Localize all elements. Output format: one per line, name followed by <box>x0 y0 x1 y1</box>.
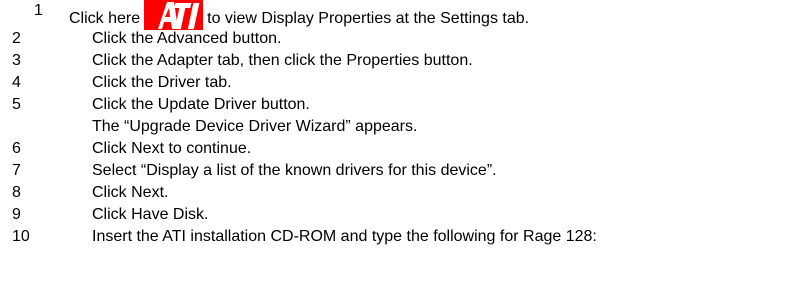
step-row-4: 4 Click the Driver tab. <box>0 72 810 94</box>
step-row-5: 5 Click the Update Driver button. <box>0 94 810 116</box>
step-number: 9 <box>12 206 21 223</box>
step-row-6: 6 Click Next to continue. <box>0 138 810 160</box>
step-row-1: 1 Click here to view Display Properties … <box>0 0 810 30</box>
step-number: 4 <box>12 74 21 91</box>
ati-logo-graphic <box>144 0 204 30</box>
step-number: 5 <box>12 96 21 113</box>
step-row-3: 3 Click the Adapter tab, then click the … <box>0 50 810 72</box>
step-text: Click the Update Driver button. <box>92 96 310 113</box>
step-row-2: 2 Click the Advanced button. <box>0 28 810 50</box>
step-text: Click the Advanced button. <box>92 30 282 47</box>
step-number: 2 <box>12 30 21 47</box>
step-number: 6 <box>12 140 21 157</box>
step-text: Click the Driver tab. <box>92 74 232 91</box>
step-row-7: 7 Select “Display a list of the known dr… <box>0 160 810 182</box>
step-text-before-link: Click here <box>69 10 141 27</box>
step-number: 3 <box>12 52 21 69</box>
step-row-5-note: The “Upgrade Device Driver Wizard” appea… <box>0 116 810 138</box>
step-text-after-link: to view Display Properties at the Settin… <box>207 10 530 27</box>
step-text: Select “Display a list of the known driv… <box>92 162 497 179</box>
step-text: Click the Adapter tab, then click the Pr… <box>92 52 473 69</box>
step-number: 10 <box>12 228 30 245</box>
step-text: Click Next to continue. <box>92 140 252 157</box>
step-text: Insert the ATI installation CD-ROM and t… <box>92 228 597 245</box>
step-number: 7 <box>12 162 21 179</box>
step-number: 1 <box>34 2 43 19</box>
step-row-9: 9 Click Have Disk. <box>0 204 810 226</box>
step-text: Click Have Disk. <box>92 206 209 223</box>
step-text: The “Upgrade Device Driver Wizard” appea… <box>92 118 418 135</box>
step-text: Click here to view Display Properties at… <box>69 0 529 30</box>
step-text: Click Next. <box>92 184 169 201</box>
step-row-8: 8 Click Next. <box>0 182 810 204</box>
step-number: 8 <box>12 184 21 201</box>
ati-logo-icon[interactable] <box>144 0 204 30</box>
step-row-10: 10 Insert the ATI installation CD-ROM an… <box>0 226 810 248</box>
